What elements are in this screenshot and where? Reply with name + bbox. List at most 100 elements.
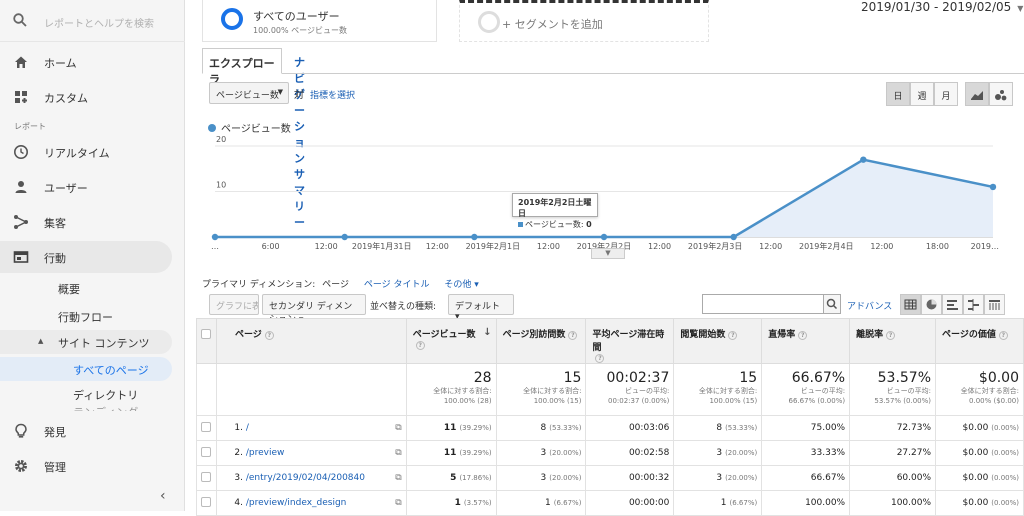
nav-discover[interactable]: 発見 (0, 415, 172, 447)
help-icon[interactable]: ? (728, 331, 738, 340)
help-icon[interactable]: ? (886, 331, 896, 340)
pivot-view-button[interactable] (984, 294, 1005, 315)
page-link[interactable]: /preview (246, 448, 285, 458)
nav-behavior[interactable]: 行動 (0, 241, 172, 273)
help-icon[interactable]: ? (595, 354, 605, 363)
add-segment-button[interactable]: + セグメントを追加 (459, 0, 709, 42)
nav-users-label: ユーザー (44, 182, 88, 195)
help-icon[interactable]: ? (415, 341, 425, 350)
total-detail: 66.67% (0.00%) (788, 397, 846, 405)
data-view-button[interactable] (900, 294, 921, 315)
nav-home[interactable]: ホーム (0, 46, 172, 78)
collapse-sidebar-icon[interactable]: ‹ (160, 488, 166, 504)
table-row[interactable]: 1. / ⧉ 11 (39.29%) 8 (53.33%) 00:03:06 8 (53.33%… (196, 415, 1024, 441)
row-select[interactable] (196, 440, 217, 466)
header-exit-rate[interactable]: 離脱率? (849, 318, 937, 364)
row-select[interactable] (196, 490, 217, 516)
external-link-icon[interactable]: ⧉ (395, 498, 401, 508)
total-value: 15 (739, 370, 758, 386)
nav-admin[interactable]: 管理 (0, 450, 172, 482)
page-cell[interactable]: 3. /entry/2019/02/04/200840 ⧉ (215, 465, 407, 491)
help-icon[interactable]: ? (568, 331, 578, 340)
data-point[interactable] (600, 233, 608, 241)
nav-realtime[interactable]: リアルタイム (0, 136, 172, 168)
header-pageviews[interactable]: ページビュー数 ↓? (405, 318, 497, 364)
bars-icon (947, 300, 958, 310)
header-avg-time[interactable]: 平均ページ滞在時間? (585, 318, 675, 364)
data-point[interactable] (989, 183, 997, 191)
pick-metric-link[interactable]: 指標を選択 (310, 88, 355, 101)
nav-directory[interactable]: ディレクトリ (73, 387, 138, 403)
data-point[interactable] (341, 233, 348, 241)
x-tick-label: 12:00 (315, 242, 338, 251)
dimension-page-title-link[interactable]: ページ タイトル (364, 280, 430, 290)
header-bounce-rate-label: 直帰率 (768, 330, 796, 340)
table-search-button[interactable] (823, 294, 841, 314)
external-link-icon[interactable]: ⧉ (395, 423, 401, 433)
report-search[interactable]: レポートとヘルプを検索 (0, 0, 185, 42)
help-icon[interactable]: ? (798, 331, 808, 340)
granularity-week-button[interactable]: 週 (910, 82, 934, 106)
page-value-cell: $0.00 (0.00%) (935, 490, 1024, 516)
header-select-all[interactable] (196, 318, 217, 364)
nav-users[interactable]: ユーザー (0, 171, 172, 203)
tab-navigation-summary[interactable]: ナビゲーション サマリー (288, 48, 311, 229)
data-point[interactable] (471, 233, 478, 241)
external-link-icon[interactable]: ⧉ (395, 448, 401, 458)
metric-select[interactable]: ページビュー数 ▼ (209, 82, 289, 104)
row-select[interactable] (196, 465, 217, 491)
comparison-view-button[interactable] (963, 294, 984, 315)
tab-explorer[interactable]: エクスプローラ (202, 48, 282, 86)
header-bounce-rate[interactable]: 直帰率? (761, 318, 851, 364)
header-unique-pageviews[interactable]: ページ別訪問数? (495, 318, 587, 364)
table-row[interactable]: 4. /preview/index_design ⧉ 1 (3.57%) 1 (6.67%… (196, 490, 1024, 516)
external-link-icon[interactable]: ⧉ (395, 473, 401, 483)
select-all-checkbox[interactable] (201, 329, 212, 339)
dimension-other-link[interactable]: その他 ▾ (444, 280, 478, 290)
motion-chart-button[interactable] (989, 82, 1013, 106)
nav-landing-pages-cut[interactable]: ランディング (73, 404, 138, 411)
data-point[interactable] (730, 233, 737, 241)
total-cell: 66.67% ビューの平均: 66.67% (0.00%) (761, 363, 851, 416)
page-cell[interactable]: 4. /preview/index_design ⧉ (215, 490, 407, 516)
data-point[interactable] (211, 233, 219, 241)
segment-all-users[interactable]: すべてのユーザー 100.00% ページビュー数 (202, 0, 437, 42)
nav-acquisition[interactable]: 集客 (0, 206, 172, 238)
nav-site-content[interactable]: ▲ サイト コンテンツ (0, 330, 172, 354)
chart-resize-handle[interactable]: ▼ (591, 248, 625, 259)
row-checkbox[interactable] (201, 421, 212, 432)
table-row[interactable]: 2. /preview ⧉ 11 (39.29%) 3 (20.00%) 00:02:58 3… (196, 440, 1024, 466)
sort-type-select[interactable]: デフォルト ▾ (448, 294, 514, 322)
header-entrances-label: 閲覧開始数 (680, 330, 726, 340)
nav-overview[interactable]: 概要 (58, 281, 80, 297)
page-link[interactable]: /preview/index_design (246, 498, 347, 508)
table-search-input[interactable] (702, 294, 824, 314)
table-row[interactable]: 3. /entry/2019/02/04/200840 ⧉ 5 (17.86%) 3 (2… (196, 465, 1024, 491)
percentage-view-button[interactable] (921, 294, 942, 315)
page-link[interactable]: / (246, 423, 249, 433)
row-checkbox[interactable] (201, 446, 212, 457)
data-point[interactable] (860, 156, 867, 163)
header-page[interactable]: ページ? (215, 318, 407, 364)
nav-custom[interactable]: カスタム (0, 81, 172, 113)
header-page-value[interactable]: ページの価値? (935, 318, 1024, 364)
header-entrances[interactable]: 閲覧開始数? (673, 318, 763, 364)
plot-rows-button[interactable]: グラフに表示 (209, 294, 259, 315)
performance-view-button[interactable] (942, 294, 963, 315)
row-checkbox[interactable] (201, 471, 212, 482)
advanced-filter-link[interactable]: アドバンス (847, 299, 892, 312)
row-select[interactable] (196, 415, 217, 441)
granularity-day-button[interactable]: 日 (886, 82, 910, 106)
nav-behavior-flow[interactable]: 行動フロー (58, 309, 113, 325)
line-chart-button[interactable] (965, 82, 989, 106)
secondary-dimension-select[interactable]: セカンダリ ディメンション ▾ (262, 294, 366, 325)
granularity-month-button[interactable]: 月 (934, 82, 958, 106)
page-cell[interactable]: 2. /preview ⧉ (215, 440, 407, 466)
nav-all-pages[interactable]: すべてのページ (0, 357, 172, 381)
help-icon[interactable]: ? (264, 331, 274, 340)
page-link[interactable]: /entry/2019/02/04/200840 (246, 473, 365, 483)
help-icon[interactable]: ? (998, 331, 1008, 340)
row-checkbox[interactable] (201, 496, 212, 507)
date-range-picker[interactable]: 2019/01/30 - 2019/02/05 ▼ (861, 0, 1023, 14)
page-cell[interactable]: 1. / ⧉ (215, 415, 407, 441)
